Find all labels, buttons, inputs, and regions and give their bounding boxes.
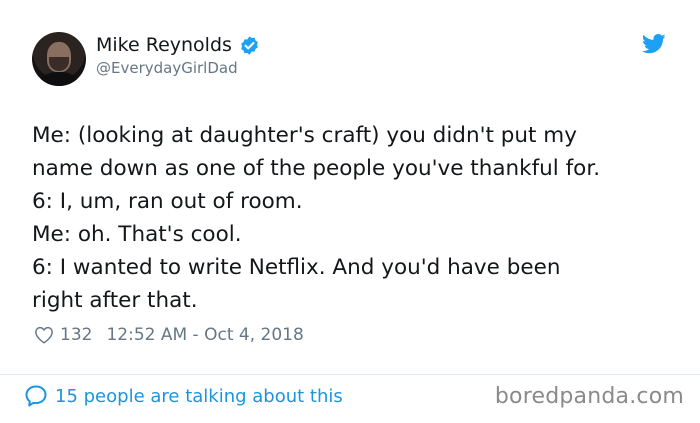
tweet-timestamp[interactable]: 12:52 AM - Oct 4, 2018 <box>106 325 303 345</box>
heart-icon[interactable] <box>34 326 54 344</box>
author-name-row: Mike Reynolds <box>96 34 260 56</box>
tweet-card: Mike Reynolds @EverydayGirlDad Me: (look… <box>0 0 700 423</box>
talking-label[interactable]: 15 people are talking about this <box>55 386 343 407</box>
speech-bubble-icon <box>25 385 47 407</box>
verified-badge-icon <box>241 35 258 55</box>
avatar[interactable] <box>32 32 86 86</box>
tweet-footer: 15 people are talking about this boredpa… <box>24 384 684 414</box>
tweet-header: Mike Reynolds @EverydayGirlDad <box>32 30 676 90</box>
tweet-meta: 132 12:52 AM - Oct 4, 2018 <box>34 323 304 347</box>
twitter-bird-icon[interactable] <box>642 34 666 54</box>
avatar-shirt <box>36 72 82 86</box>
talking-link[interactable]: 15 people are talking about this <box>24 384 343 408</box>
author-handle[interactable]: @EverydayGirlDad <box>96 59 238 77</box>
author-display-name[interactable]: Mike Reynolds <box>96 34 232 56</box>
tweet-text: Me: (looking at daughter's craft) you di… <box>32 123 601 313</box>
like-count: 132 <box>60 325 93 345</box>
watermark: boredpanda.com <box>494 384 684 409</box>
footer-divider <box>0 374 700 375</box>
